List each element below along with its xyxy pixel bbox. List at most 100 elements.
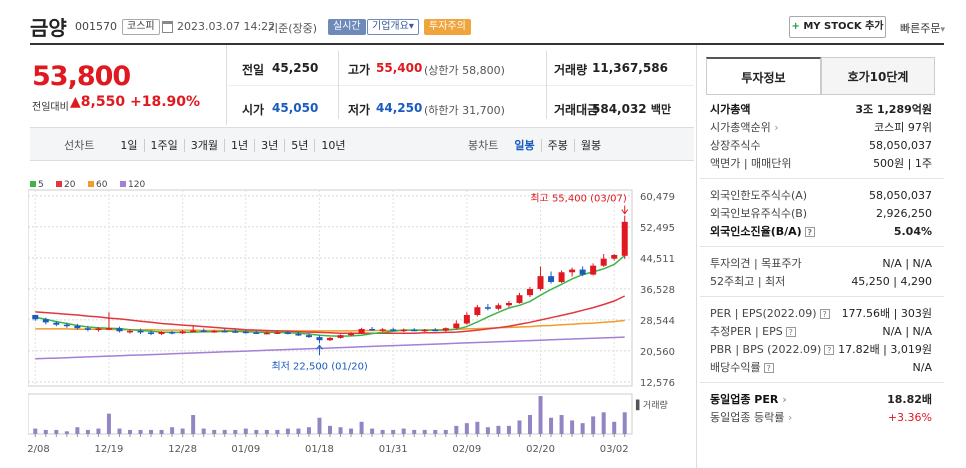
invest-value: N/A — [912, 361, 932, 374]
candle-period-3[interactable]: 월봉 — [573, 139, 608, 152]
volume-bar — [296, 428, 301, 434]
candle-body — [148, 332, 155, 334]
volume-bar — [422, 429, 427, 434]
candle-body — [42, 319, 49, 323]
period-4[interactable]: 1년 — [224, 139, 255, 152]
period-1[interactable]: 1일 — [114, 139, 143, 152]
chevron-right-icon[interactable]: › — [784, 411, 792, 424]
volume-bar — [570, 420, 575, 434]
candle-body — [453, 323, 460, 329]
candle-body — [274, 332, 281, 334]
invest-value: +3.36% — [887, 411, 932, 424]
candle-body — [32, 314, 39, 320]
x-tick-label: 01/18 — [305, 444, 334, 455]
volume-bar — [328, 425, 332, 434]
invest-value: 3조 1,289억원 — [855, 103, 932, 116]
help-icon[interactable]: ? — [785, 327, 796, 337]
my-stock-add-button[interactable]: + MY STOCK 추가 — [789, 16, 886, 38]
volume-bar — [464, 423, 469, 434]
volume-bar — [64, 431, 69, 434]
volume-bar — [306, 427, 311, 434]
candle-body — [400, 329, 407, 332]
volume-bar — [85, 429, 90, 434]
tab-hoga[interactable]: 호가10단계 — [821, 57, 935, 95]
market-badge: 코스피 — [122, 19, 160, 35]
invest-row[interactable]: 동일업종 PER › 18.82배 — [710, 391, 932, 409]
volume-bar — [528, 415, 532, 434]
candle-body — [337, 335, 344, 338]
help-icon[interactable]: ? — [819, 309, 830, 319]
candle-body — [316, 337, 323, 341]
period-bar: 선차트 1일 1주일 3개월 1년 3년 5년 10년 봉차트 일봉 주봉 월봉 — [30, 127, 694, 161]
candle-body — [158, 332, 165, 334]
candle-body — [537, 276, 544, 289]
amount-value: 584,032 백만 — [592, 102, 672, 116]
row-divider — [700, 382, 944, 383]
invest-value: 177.56배 | 303원 — [841, 307, 932, 320]
period-5[interactable]: 3년 — [254, 139, 285, 152]
company-overview-button[interactable]: 기업개요▾ — [367, 19, 419, 35]
volume-bar — [233, 429, 238, 434]
candle-body — [232, 331, 239, 333]
period-3[interactable]: 3개월 — [183, 139, 224, 152]
volume-bar — [96, 428, 101, 434]
candle-body — [327, 337, 333, 341]
candle-body — [105, 328, 112, 330]
quick-order-link[interactable]: 빠른주문▾ — [900, 20, 945, 36]
candle-body — [548, 276, 555, 282]
chevron-right-icon[interactable]: › — [778, 393, 787, 406]
period-0[interactable]: 선차트 — [58, 139, 100, 152]
volume-bar — [201, 428, 206, 434]
help-icon[interactable]: ? — [824, 345, 835, 355]
invest-row[interactable]: 동일업종 등락률 › +3.36% — [710, 409, 932, 427]
period-6[interactable]: 5년 — [284, 139, 315, 152]
invest-value: 2,926,250 — [876, 207, 932, 220]
price-chart[interactable]: 60,479 52,495 44,511 36,528 28,544 20,560 12,5… — [28, 176, 694, 468]
prev-close-label: 전일 — [242, 63, 265, 77]
candle-period-2[interactable]: 주봉 — [540, 139, 574, 152]
quote-grid: 전일 45,250 고가 55,400 (상한가 58,800) 거래량 11,… — [228, 45, 694, 125]
volume-bar — [622, 412, 627, 434]
volume-bar — [117, 428, 122, 434]
invest-label: 외국인소진율(B/A)? — [710, 223, 815, 241]
candle-body — [200, 330, 207, 332]
ma-line-ma20 — [35, 295, 626, 334]
y-tick-label: 28,544 — [640, 316, 675, 327]
chevron-right-icon[interactable]: › — [771, 121, 778, 134]
candle-body — [127, 330, 133, 333]
volume-bar — [475, 421, 480, 434]
volume-bar — [549, 417, 554, 434]
invest-value: N/A | N/A — [882, 325, 932, 338]
candle-body — [474, 307, 481, 315]
period-7[interactable]: 10년 — [314, 139, 352, 152]
volume-bar — [349, 428, 354, 434]
x-tick-label: 02/09 — [452, 444, 481, 455]
invest-row: PER | EPS(2022.09)? 177.56배 | 303원 — [710, 305, 932, 323]
volume-bar — [275, 429, 280, 434]
open-value: 45,050 — [272, 101, 319, 115]
change-value: ▲8,550 — [70, 94, 126, 110]
tab-invest-info[interactable]: 투자정보 — [706, 57, 821, 95]
low-label: 저가 — [348, 103, 371, 117]
chevron-down-icon: ▾ — [408, 21, 414, 32]
candle-period-0[interactable]: 봉차트 — [462, 139, 504, 152]
candle-body — [621, 221, 628, 256]
volume-bar — [380, 429, 385, 434]
candle-body — [484, 307, 491, 309]
candle-body — [305, 335, 312, 338]
candle-period-1[interactable]: 일봉 — [508, 139, 540, 152]
help-icon[interactable]: ? — [763, 363, 774, 373]
volume-bar — [264, 429, 269, 434]
volume-bar — [370, 428, 375, 434]
invest-row[interactable]: 시가총액순위 › 코스피 97위 — [710, 119, 932, 137]
invest-row: 액면가 | 매매단위 500원 | 1주 — [710, 155, 932, 173]
legend-label: 60 — [96, 180, 108, 190]
realtime-badge[interactable]: 실시간 — [328, 19, 366, 35]
period-2[interactable]: 1주일 — [143, 139, 184, 152]
volume-bar — [433, 429, 438, 434]
help-icon[interactable]: ? — [804, 227, 815, 237]
candle-body — [558, 272, 565, 282]
candle-body — [411, 329, 418, 332]
legend-swatch — [56, 181, 62, 187]
volume-bar — [106, 413, 111, 434]
